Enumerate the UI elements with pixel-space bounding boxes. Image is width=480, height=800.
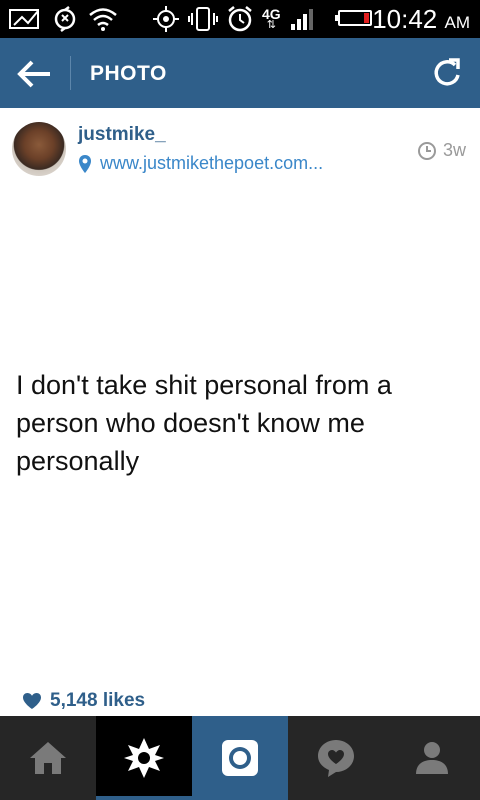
- photo-quote-text: I don't take shit personal from a person…: [16, 370, 392, 476]
- location-text: www.justmikethepoet.com...: [100, 153, 324, 173]
- likes-count: 5,148 likes: [50, 690, 146, 711]
- data-arrows-icon: ⇅: [266, 18, 276, 31]
- location-pin-icon: [79, 154, 91, 173]
- post-header: justmike_ www.justmikethepoet.com... 3w: [0, 108, 480, 184]
- vibrate-icon: [188, 7, 218, 31]
- refresh-button[interactable]: [430, 56, 464, 90]
- action-bar-divider: [70, 56, 71, 90]
- image-notification-icon: [9, 9, 39, 29]
- signal-icon: [290, 9, 313, 30]
- nav-activity[interactable]: [288, 716, 384, 800]
- post-photo[interactable]: I don't take shit personal from a person…: [0, 184, 480, 684]
- profile-icon: [416, 742, 448, 774]
- nav-profile[interactable]: [384, 716, 480, 800]
- refresh-icon: [434, 58, 460, 86]
- nav-home[interactable]: [0, 716, 96, 800]
- page-title: PHOTO: [90, 62, 167, 85]
- status-icons-left: [8, 6, 118, 32]
- wifi-icon: [89, 8, 117, 31]
- battery-icon: [335, 10, 372, 26]
- heart-icon: [23, 693, 41, 709]
- clock-ampm: AM: [444, 13, 471, 32]
- back-button[interactable]: [14, 54, 54, 94]
- clock-icon: [417, 141, 436, 160]
- clock-time: 10:42: [372, 4, 438, 34]
- nav-explore[interactable]: [96, 716, 192, 800]
- status-icons-mid: 4G ⇅: [152, 6, 319, 32]
- action-bar: PHOTO: [0, 38, 480, 108]
- nav-camera[interactable]: [192, 716, 288, 800]
- camera-icon: [222, 740, 258, 776]
- arrow-left-icon: [17, 60, 50, 88]
- network-label: 4G: [262, 5, 281, 22]
- network-type: 4G ⇅: [262, 5, 281, 31]
- bottom-nav: [0, 716, 480, 800]
- username-link[interactable]: justmike_: [78, 124, 166, 146]
- clock: 10:42 AM: [372, 5, 470, 37]
- home-icon: [30, 742, 66, 774]
- explore-icon: [124, 738, 164, 778]
- alarm-icon: [228, 6, 252, 32]
- sync-icon: [54, 6, 76, 32]
- status-bar: 4G ⇅ 10:42 AM: [0, 0, 480, 38]
- timestamp-text: 3w: [442, 140, 466, 160]
- gps-icon: [153, 6, 179, 32]
- avatar[interactable]: [12, 122, 66, 176]
- location-link[interactable]: www.justmikethepoet.com...: [78, 153, 323, 174]
- likes-row[interactable]: 5,148 likes: [22, 690, 145, 712]
- activity-icon: [318, 740, 354, 777]
- post-timestamp: 3w: [417, 140, 466, 161]
